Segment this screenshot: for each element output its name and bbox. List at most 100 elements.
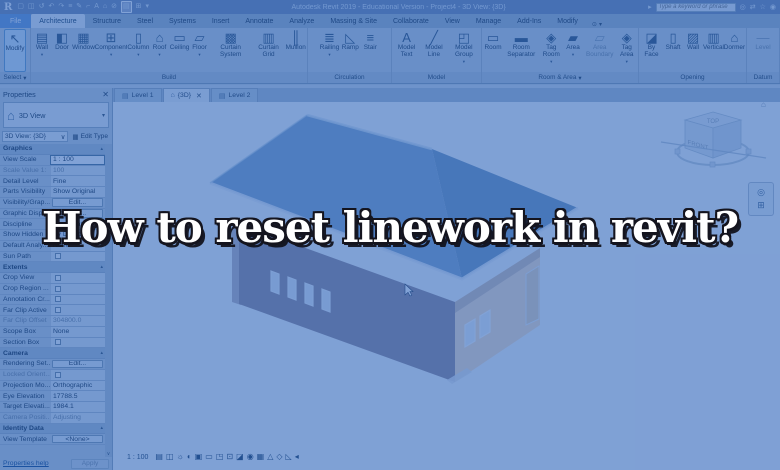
close-icon[interactable]: ✕ (102, 90, 109, 99)
ribbon-tab-systems[interactable]: Systems (161, 14, 204, 28)
rendering-dialog-icon[interactable]: ▣ (195, 452, 203, 462)
aligned-dimension-icon[interactable]: ⌐ (86, 2, 90, 12)
chevron-down-icon[interactable]: ▾ (102, 112, 105, 119)
temporary-hide-isolate-icon[interactable]: ◪ (236, 452, 244, 462)
ribbon-tab-massing-site[interactable]: Massing & Site (322, 14, 385, 28)
ribbon-tab-analyze[interactable]: Analyze (281, 14, 322, 28)
view-tab--3d-[interactable]: ⌂{3D}✕ (163, 88, 210, 102)
apply-button[interactable]: Apply (71, 459, 109, 469)
steering-wheel-icon[interactable]: ◎ (757, 187, 765, 198)
ceiling-button[interactable]: ▭Ceiling (170, 29, 190, 72)
user-interface-icon[interactable]: ⊞ (136, 2, 142, 12)
scroll-down-icon[interactable]: ∨ (107, 451, 111, 457)
component-button[interactable]: ⊞Component▾ (95, 29, 127, 72)
area-button[interactable]: ▰Area▾ (563, 29, 583, 72)
viewcube[interactable]: TOP FRONT (661, 112, 766, 167)
search-icon[interactable]: ◎ (740, 3, 746, 11)
ribbon-tab-add-ins[interactable]: Add-Ins (509, 14, 549, 28)
account-icon[interactable]: ◉ (770, 3, 776, 11)
measure-icon[interactable]: ✎ (76, 2, 82, 12)
properties-section-graphics[interactable]: Graphics▴ (0, 144, 105, 155)
default-3d-view-icon[interactable]: ⌂ (103, 2, 107, 12)
type-selector[interactable]: ⌂ 3D View ▾ (3, 102, 109, 128)
search-input[interactable] (656, 3, 736, 12)
room-separator-button[interactable]: ▬Room Separator (503, 29, 540, 72)
ribbon-tab-file[interactable]: File (0, 14, 31, 28)
revit-logo[interactable]: R (4, 2, 12, 13)
wall-button[interactable]: ▨Wall (683, 29, 703, 72)
edit-type-button[interactable]: ▦ Edit Type (70, 133, 110, 141)
properties-section-camera[interactable]: Camera▴ (0, 348, 105, 359)
open-icon[interactable]: ▢ (17, 2, 24, 12)
wall-button[interactable]: ▤Wall▾ (32, 29, 52, 72)
model-line-button[interactable]: ╱Model Line (420, 29, 448, 72)
mullion-button[interactable]: ║Mullion (285, 29, 306, 72)
column-button[interactable]: ▯Column▾ (127, 29, 149, 72)
ribbon-tab-structure[interactable]: Structure (85, 14, 129, 28)
tag-area-button[interactable]: ◈Tag Area▾ (616, 29, 637, 72)
ribbon-tab-collaborate[interactable]: Collaborate (385, 14, 437, 28)
close-icon[interactable]: ✕ (196, 92, 202, 100)
highlight-displacement-icon[interactable]: ◇ (276, 452, 282, 462)
ribbon-tab-insert[interactable]: Insert (204, 14, 238, 28)
model-group-button[interactable]: ◰Model Group▾ (448, 29, 480, 72)
chevron-down-icon[interactable]: ▾ (137, 52, 139, 57)
print-icon[interactable]: ≡ (68, 2, 72, 12)
ribbon-display-toggle[interactable]: ⊙▾ (592, 21, 602, 28)
ribbon-tab-modify[interactable]: Modify (549, 14, 586, 28)
text-icon[interactable]: A (94, 2, 99, 12)
reveal-constraints-icon[interactable]: ◺ (286, 452, 292, 462)
ribbon-tab-architecture[interactable]: Architecture (31, 14, 84, 28)
show-crop-region-icon[interactable]: ◳ (216, 452, 224, 462)
dormer-button[interactable]: ⌂Dormer (724, 29, 745, 72)
search-collapse-icon[interactable]: ▸ (648, 3, 652, 11)
checkbox[interactable] (55, 286, 61, 292)
shaft-button[interactable]: ▯Shaft (663, 29, 683, 72)
thin-lines-icon[interactable]: ▤ (121, 1, 132, 13)
stair-button[interactable]: ≡Stair (360, 29, 380, 72)
floor-button[interactable]: ▱Floor▾ (190, 29, 210, 72)
detail-level-icon[interactable]: ▤ (155, 452, 163, 462)
save-icon[interactable]: ◫ (28, 2, 35, 12)
properties-scrollbar[interactable]: ∨ (105, 144, 112, 457)
chevron-down-icon[interactable]: ▾ (328, 52, 330, 57)
properties-help-link[interactable]: Properties help (3, 460, 49, 467)
ribbon-tab-annotate[interactable]: Annotate (237, 14, 281, 28)
view-tab-level-1[interactable]: ▤Level 1 (114, 88, 162, 102)
temporary-view-properties-icon[interactable]: ▦ (257, 452, 265, 462)
roof-button[interactable]: ⌂Roof▾ (150, 29, 170, 72)
redo-icon[interactable]: ↷ (58, 2, 64, 12)
show-analytical-model-icon[interactable]: △ (267, 452, 273, 462)
edit-button[interactable]: <None> (52, 435, 103, 444)
chevron-down-icon[interactable]: ▾ (23, 74, 26, 82)
view-instance-select[interactable]: 3D View: {3D} ∨ (2, 131, 68, 142)
vertical-button[interactable]: ▥Vertical (703, 29, 724, 72)
edit-button[interactable]: Edit... (52, 360, 103, 369)
railing-button[interactable]: ≣Railing▾ (319, 29, 341, 72)
chevron-down-icon[interactable]: ▾ (550, 59, 552, 64)
door-button[interactable]: ◧Door (52, 29, 72, 72)
crop-view-icon[interactable]: ▭ (205, 452, 213, 462)
property-value[interactable]: 1 : 100 (50, 155, 105, 165)
modify-button[interactable]: ↖Modify (4, 29, 27, 72)
undo-icon[interactable]: ↶ (48, 2, 54, 12)
checkbox[interactable] (55, 339, 61, 345)
chevron-down-icon[interactable]: ▾ (626, 59, 628, 64)
expand-icon[interactable]: ◂ (295, 452, 299, 462)
view-tab-level-2[interactable]: ▤Level 2 (211, 88, 259, 102)
visual-style-icon[interactable]: ◫ (166, 452, 174, 462)
section-icon[interactable]: ⊘ (111, 2, 117, 12)
curtain-system-button[interactable]: ▩Curtain System (210, 29, 252, 72)
reveal-hidden-elements-icon[interactable]: ◉ (247, 452, 254, 462)
ramp-button[interactable]: ◺Ramp (340, 29, 360, 72)
chevron-down-icon[interactable]: ▾ (572, 52, 574, 57)
sync-with-central-icon[interactable]: ↺ (39, 2, 45, 12)
checkbox[interactable] (55, 253, 61, 259)
favorites-star-icon[interactable]: ☆ (760, 3, 766, 11)
model-text-button[interactable]: AModel Text (393, 29, 420, 72)
properties-section-identity-data[interactable]: Identity Data▴ (0, 424, 105, 435)
sun-path-icon[interactable]: ☼ (177, 452, 184, 462)
shadows-icon[interactable]: ◐ (187, 452, 192, 462)
room-button[interactable]: ▭Room (483, 29, 503, 72)
chevron-down-icon[interactable]: ▾ (578, 74, 581, 82)
